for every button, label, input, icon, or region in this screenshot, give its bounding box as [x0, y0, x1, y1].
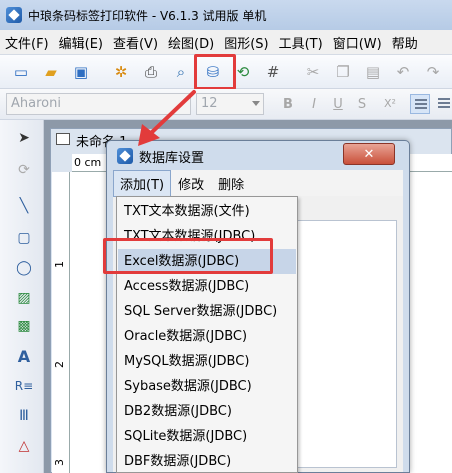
copy-icon[interactable]: ❐	[332, 61, 354, 83]
vertical-ruler	[52, 172, 70, 473]
line-tool-icon[interactable]: ╲	[14, 196, 34, 216]
font-size-value: 12	[201, 96, 218, 111]
window-title: 中琅条码标签打印软件 - V6.1.3 试用版 单机	[28, 8, 267, 23]
menu-edit[interactable]: 编辑(E)	[54, 33, 108, 52]
rich-text-tool-icon[interactable]: R≡	[14, 376, 34, 396]
print-icon[interactable]: ⎙	[140, 61, 162, 83]
superscript-button[interactable]: X²	[380, 97, 400, 110]
dialog-menu-bar: 添加(T) 修改 删除	[113, 169, 403, 197]
menu-item-sqlserver-jdbc[interactable]: SQL Server数据源(JDBC)	[118, 299, 296, 324]
font-size-select[interactable]: 12	[196, 93, 264, 115]
ruler-tick-label: 2	[53, 361, 66, 368]
menu-window[interactable]: 窗口(W)	[328, 33, 387, 52]
menu-item-txt-file[interactable]: TXT文本数据源(文件)	[118, 199, 296, 224]
menu-modify[interactable]: 修改	[171, 170, 211, 197]
ellipse-tool-icon[interactable]: ◯	[14, 258, 34, 278]
excel-item-highlight	[103, 238, 273, 274]
align-left-button[interactable]	[410, 94, 430, 114]
cut-icon[interactable]: ✂	[302, 61, 324, 83]
picture-tool-icon[interactable]: ▨	[14, 288, 34, 308]
paste-icon[interactable]: ▤	[362, 61, 384, 83]
rectangle-tool-icon[interactable]: ▢	[14, 228, 34, 248]
italic-button[interactable]: I	[306, 97, 322, 112]
chevron-down-icon	[252, 101, 260, 106]
font-toolbar: Aharoni 12 B I U S X²	[0, 89, 452, 120]
dialog-title: 数据库设置	[139, 151, 205, 166]
menu-item-oracle-jdbc[interactable]: Oracle数据源(JDBC)	[118, 324, 296, 349]
text-tool-icon[interactable]: A	[14, 346, 34, 366]
menu-item-access-jdbc[interactable]: Access数据源(JDBC)	[118, 274, 296, 299]
menu-item-dbf-jdbc[interactable]: DBF数据源(JDBC)	[118, 449, 296, 473]
close-button[interactable]: ✕	[343, 143, 395, 165]
menu-help[interactable]: 帮助	[387, 33, 423, 52]
undo-icon[interactable]: ↶	[392, 61, 414, 83]
menu-file[interactable]: 文件(F)	[0, 33, 54, 52]
ruler-tick-label: 1	[53, 261, 66, 268]
grid-icon[interactable]: #	[262, 61, 284, 83]
strikethrough-button[interactable]: S	[354, 97, 370, 112]
menu-shape[interactable]: 图形(S)	[219, 33, 273, 52]
align-center-icon	[438, 98, 450, 110]
shape-tool-icon[interactable]: △	[14, 436, 34, 456]
settings-gear-icon[interactable]: ✲	[110, 61, 132, 83]
barcode-tool-icon[interactable]: Ⅲ	[14, 406, 34, 426]
menu-add[interactable]: 添加(T)	[113, 169, 172, 197]
bold-button[interactable]: B	[280, 97, 296, 112]
title-bar: 中琅条码标签打印软件 - V6.1.3 试用版 单机	[0, 0, 452, 30]
image-tool-icon[interactable]: ▩	[14, 316, 34, 336]
new-file-icon[interactable]: ▭	[10, 61, 32, 83]
menu-item-mysql-jdbc[interactable]: MySQL数据源(JDBC)	[118, 349, 296, 374]
menu-view[interactable]: 查看(V)	[108, 33, 163, 52]
dialog-logo-icon	[117, 148, 133, 164]
redo-icon[interactable]: ↷	[422, 61, 444, 83]
menu-item-sybase-jdbc[interactable]: Sybase数据源(JDBC)	[118, 374, 296, 399]
menu-item-db2-jdbc[interactable]: DB2数据源(JDBC)	[118, 399, 296, 424]
rotate-icon[interactable]: ⟳	[14, 160, 34, 180]
database-button-highlight	[194, 54, 236, 90]
save-icon[interactable]: ▣	[70, 61, 92, 83]
font-name-select[interactable]: Aharoni	[6, 93, 191, 115]
menu-tools[interactable]: 工具(T)	[274, 33, 328, 52]
open-folder-icon[interactable]: ▰	[40, 61, 62, 83]
menu-item-sqlite-jdbc[interactable]: SQLite数据源(JDBC)	[118, 424, 296, 449]
app-logo-icon	[6, 7, 22, 23]
close-icon: ✕	[363, 146, 375, 162]
underline-button[interactable]: U	[330, 97, 346, 112]
print-preview-icon[interactable]: ⌕	[170, 61, 192, 83]
align-center-button[interactable]	[434, 94, 452, 114]
ruler-zero-label: 0 cm	[74, 156, 102, 169]
ruler-tick-label: 3	[53, 459, 66, 466]
document-icon	[56, 133, 70, 145]
menu-bar: 文件(F) 编辑(E) 查看(V) 绘图(D) 图形(S) 工具(T) 窗口(W…	[0, 30, 452, 55]
select-pointer-icon[interactable]: ➤	[14, 128, 34, 148]
menu-delete[interactable]: 删除	[211, 170, 251, 197]
tool-palette: ➤ ⟳ ╲ ▢ ◯ ▨ ▩ A R≡ Ⅲ △	[0, 120, 44, 473]
menu-draw[interactable]: 绘图(D)	[163, 33, 219, 52]
align-left-icon	[415, 99, 427, 111]
